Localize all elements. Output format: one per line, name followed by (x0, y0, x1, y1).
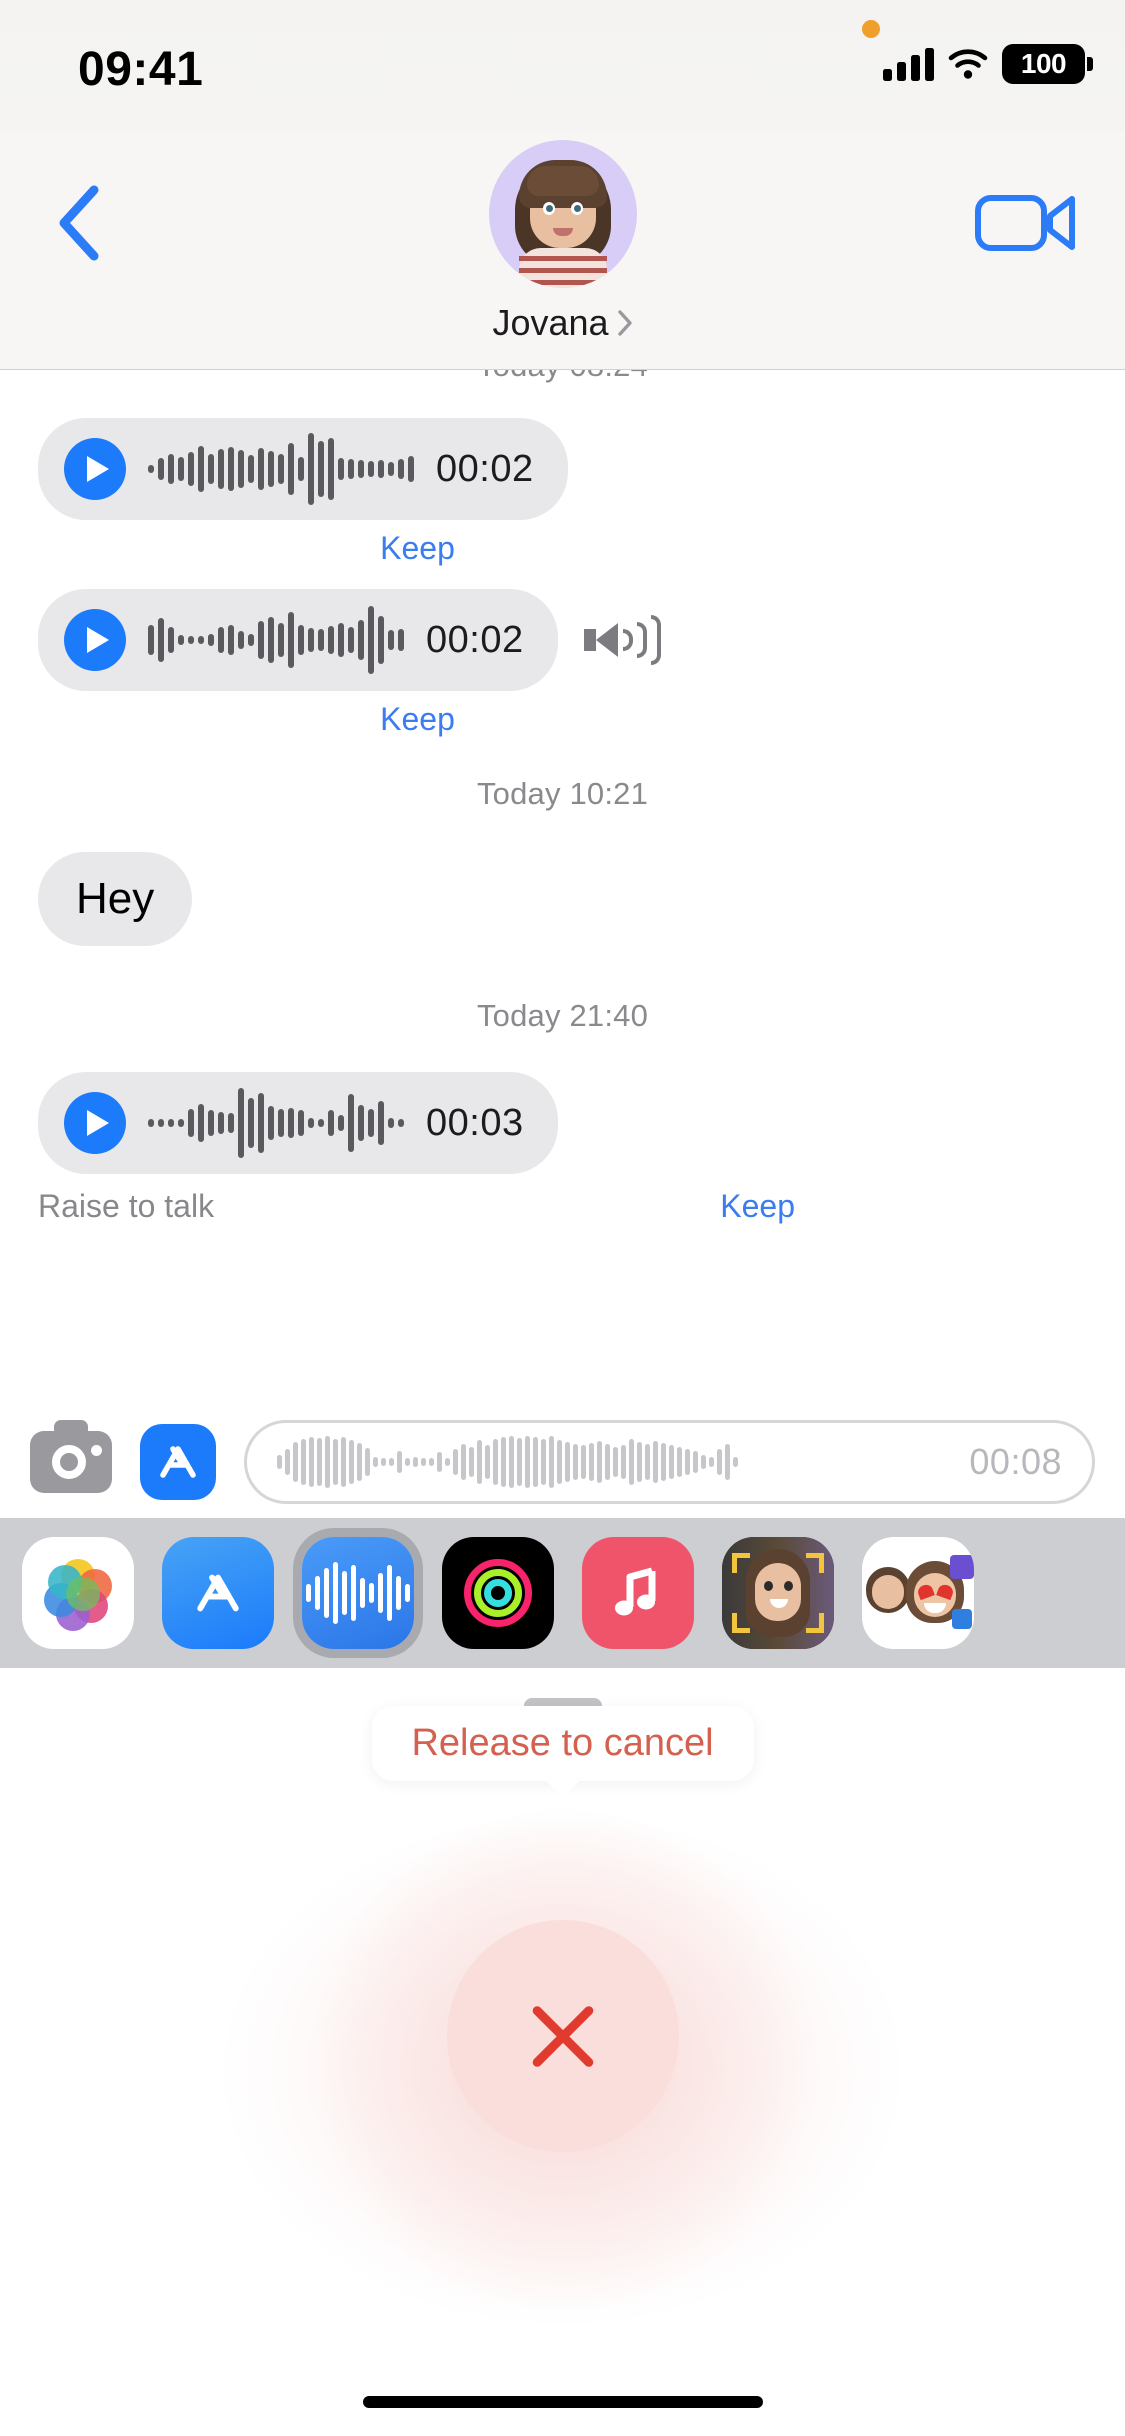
message-input-bar: 00:08 (0, 1406, 1125, 1518)
timestamp-divider: Today 21:40 (476, 998, 649, 1033)
play-icon[interactable] (64, 609, 126, 671)
fitness-app[interactable] (442, 1537, 554, 1649)
audio-duration: 00:02 (436, 447, 534, 490)
x-icon (522, 1995, 604, 2077)
chevron-left-icon (59, 185, 99, 261)
timestamp-divider: Today 10:21 (476, 776, 649, 811)
audio-actions-row: Raise to talk Keep (0, 1188, 1125, 1225)
speaker-waves-icon[interactable] (583, 589, 661, 691)
status-bar: 09:41 100 (0, 0, 1125, 132)
photos-app[interactable] (22, 1537, 134, 1649)
status-time: 09:41 (78, 43, 204, 96)
music-app[interactable] (582, 1537, 694, 1649)
recording-timer: 00:08 (969, 1441, 1062, 1482)
camera-icon[interactable] (30, 1420, 112, 1493)
contact-name: Jovana (492, 302, 609, 343)
message-text: Hey (76, 874, 155, 923)
keep-row: Keep (0, 530, 835, 567)
app-store-icon[interactable] (140, 1424, 229, 1505)
facetime-button[interactable] (971, 180, 1081, 266)
audio-message-bubble[interactable]: 00:02 (16, 589, 558, 691)
contact-info-button[interactable]: Jovana (488, 140, 637, 344)
avatar (488, 140, 637, 288)
message-thread[interactable]: Today 08:24 00:02 Keep (0, 370, 1125, 1410)
release-to-cancel-tooltip: Release to cancel (371, 1706, 754, 1781)
timestamp-divider: Today 08:24 (0, 370, 1125, 384)
chevron-right-icon (617, 310, 632, 336)
message-row: Hey (0, 852, 1125, 946)
audio-recording-field[interactable]: 00:08 (244, 1420, 1095, 1504)
audio-waveform (148, 604, 404, 676)
app-store-glyph (197, 1574, 239, 1612)
video-camera-icon (975, 195, 1075, 251)
battery-icon: 100 (1002, 44, 1093, 84)
audio-duration: 00:03 (426, 1101, 524, 1144)
iphone-screen: Jovana 09:41 100 00:02 Keep 00:02 Keep T… (0, 0, 1125, 2436)
audio-duration: 00:02 (426, 618, 524, 661)
text-message-bubble[interactable]: Hey (15, 852, 193, 946)
raise-to-talk-label: Raise to talk (38, 1188, 215, 1224)
back-button[interactable] (38, 178, 116, 268)
play-icon[interactable] (64, 438, 126, 500)
home-indicator[interactable] (362, 2396, 763, 2408)
message-row: 00:02 (0, 418, 1125, 520)
music-note-icon (615, 1567, 656, 1616)
signal-bars-icon (883, 47, 934, 81)
message-row: 00:03 (0, 1072, 1125, 1174)
tooltip-label: Release to cancel (411, 1722, 714, 1764)
keep-row: Keep (0, 701, 835, 738)
audio-messages-app[interactable] (302, 1537, 414, 1649)
app-store-glyph (160, 1446, 196, 1478)
cancel-recording-button[interactable] (446, 1920, 679, 2152)
keep-button[interactable]: Keep (380, 701, 455, 738)
keep-button[interactable]: Keep (380, 530, 455, 567)
audio-message-bubble[interactable]: 00:02 (16, 418, 568, 520)
keep-button[interactable]: Keep (720, 1188, 795, 1225)
audio-waveform (148, 433, 414, 505)
play-icon[interactable] (64, 1092, 126, 1154)
recording-waveform (277, 1434, 949, 1490)
audio-message-bubble[interactable]: 00:03 (16, 1072, 558, 1174)
battery-percent-label: 100 (1020, 48, 1067, 79)
audio-waveform (148, 1087, 404, 1159)
audio-waveform-glyph (306, 1561, 410, 1625)
imessage-app-drawer[interactable] (0, 1518, 1125, 1668)
message-row: 00:02 (0, 589, 1125, 691)
microphone-indicator-dot (862, 20, 880, 38)
app-store-app[interactable] (162, 1537, 274, 1649)
wifi-icon (948, 49, 988, 79)
memoji-app[interactable] (722, 1537, 834, 1649)
stickers-app[interactable] (862, 1537, 974, 1649)
